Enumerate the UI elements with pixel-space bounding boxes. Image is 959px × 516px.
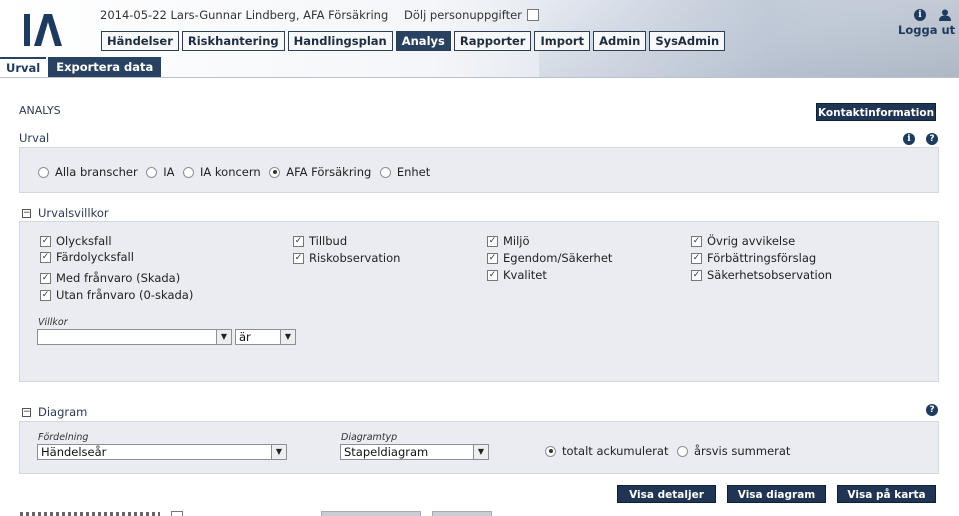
urvalsvillkor-title: Urvalsvillkor — [38, 206, 109, 220]
cb-olycksfall[interactable]: ✓ Olycksfall — [40, 234, 112, 248]
radio-arsvis-summerat[interactable]: årsvis summerat — [676, 444, 790, 458]
cb-ovrig-avvikelse[interactable]: ✓ Övrig avvikelse — [691, 234, 795, 248]
user-info: 2014-05-22 Lars-Gunnar Lindberg, AFA För… — [100, 8, 389, 22]
logout-link[interactable]: Logga ut — [898, 23, 955, 37]
cb-egendom-sakerhet[interactable]: ✓ Egendom/Säkerhet — [487, 251, 612, 265]
collapse-diagram-icon[interactable]: − — [22, 408, 31, 417]
visa-diagram-button[interactable]: Visa diagram — [727, 485, 826, 503]
cut-off-button[interactable] — [432, 511, 492, 516]
cb-riskobservation[interactable]: ✓ Riskobservation — [293, 251, 400, 265]
chevron-down-icon: ▼ — [271, 445, 286, 459]
villkor-select[interactable]: ▼ — [37, 329, 232, 345]
urval-title: Urval — [19, 131, 50, 145]
chevron-down-icon: ▼ — [216, 330, 231, 344]
radio-afa-forsakring[interactable]: AFA Försäkring — [269, 165, 371, 179]
collapse-urvalsvillkor-icon[interactable]: − — [22, 209, 31, 218]
cb-fardolycksfall[interactable]: ✓ Färdolycksfall — [40, 250, 134, 264]
villkor-label: Villkor — [38, 317, 68, 328]
cb-miljo[interactable]: ✓ Miljö — [487, 234, 530, 248]
cb-forbattringsforslag[interactable]: ✓ Förbättringsförslag — [691, 251, 816, 265]
contact-info-button[interactable]: Kontaktinformation — [816, 103, 936, 121]
chevron-down-icon: ▼ — [280, 330, 295, 344]
cb-utan-franvaro[interactable]: ✓ Utan frånvaro (0-skada) — [40, 288, 193, 302]
diagram-title: Diagram — [38, 405, 88, 419]
cb-tillbud[interactable]: ✓ Tillbud — [293, 234, 347, 248]
sub-tabs: Urval Exportera data — [0, 57, 162, 77]
nav-import[interactable]: Import — [534, 31, 591, 51]
main-nav: Händelser Riskhantering Handlingsplan An… — [101, 31, 726, 51]
app-header: 2014-05-22 Lars-Gunnar Lindberg, AFA För… — [0, 0, 959, 77]
nav-rapporter[interactable]: Rapporter — [453, 31, 532, 51]
cb-med-franvaro[interactable]: ✓ Med frånvaro (Skada) — [40, 271, 180, 285]
help-icon[interactable]: ? — [926, 404, 938, 416]
accumulation-radio-group: totalt ackumulerat årsvis summerat — [545, 444, 795, 460]
tab-urval[interactable]: Urval — [0, 57, 47, 77]
nav-admin[interactable]: Admin — [593, 31, 647, 51]
cut-off-button[interactable] — [321, 511, 421, 516]
cut-off-checkbox[interactable] — [171, 511, 183, 516]
info-icon[interactable]: i — [914, 9, 926, 21]
ia-logo[interactable] — [22, 12, 66, 48]
urval-radio-group: Alla branscher IA IA koncern AFA Försäkr… — [38, 165, 435, 181]
tab-exportera-data[interactable]: Exportera data — [48, 57, 162, 77]
nav-sysadmin[interactable]: SysAdmin — [649, 31, 726, 51]
chevron-down-icon: ▼ — [473, 445, 488, 459]
nav-handelser[interactable]: Händelser — [101, 31, 179, 51]
visa-pa-karta-button[interactable]: Visa på karta — [837, 485, 936, 503]
hide-personal-checkbox[interactable] — [526, 9, 539, 21]
hide-personal-label: Dölj personuppgifter — [404, 8, 522, 22]
page-title: ANALYS — [19, 104, 61, 117]
diagramtyp-label: Diagramtyp — [341, 432, 398, 443]
radio-alla-branscher[interactable]: Alla branscher — [38, 165, 138, 179]
visa-detaljer-button[interactable]: Visa detaljer — [617, 485, 716, 503]
user-icon[interactable] — [939, 9, 951, 21]
info-icon[interactable]: i — [903, 133, 915, 145]
cb-kvalitet[interactable]: ✓ Kvalitet — [487, 268, 547, 282]
help-icon[interactable]: ? — [926, 133, 938, 145]
nav-analys[interactable]: Analys — [395, 31, 451, 51]
hide-personal-toggle[interactable]: Dölj personuppgifter — [404, 8, 539, 22]
fordelning-label: Fördelning — [38, 432, 89, 443]
fordelning-select[interactable]: Händelseår ▼ — [37, 444, 287, 460]
radio-ia[interactable]: IA — [146, 165, 175, 179]
nav-handlingsplan[interactable]: Handlingsplan — [287, 31, 393, 51]
radio-enhet[interactable]: Enhet — [379, 165, 430, 179]
cb-sakerhetsobservation[interactable]: ✓ Säkerhetsobservation — [691, 268, 832, 282]
radio-ia-koncern[interactable]: IA koncern — [183, 165, 261, 179]
nav-riskhantering[interactable]: Riskhantering — [181, 31, 285, 51]
operator-select[interactable]: är ▼ — [235, 329, 296, 345]
radio-totalt-ackumulerat[interactable]: totalt ackumulerat — [545, 444, 668, 458]
urval-panel: Alla branscher IA IA koncern AFA Försäkr… — [19, 147, 939, 193]
cut-off-row-label — [20, 512, 160, 516]
diagramtyp-select[interactable]: Stapeldiagram ▼ — [340, 444, 489, 460]
